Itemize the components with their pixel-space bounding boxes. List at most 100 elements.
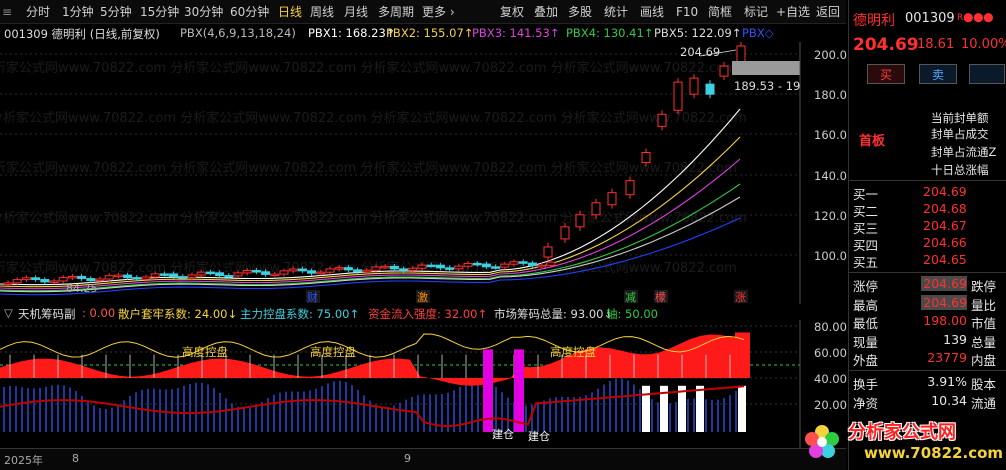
candle-up <box>546 261 556 266</box>
candle-up <box>233 272 243 277</box>
collapse-icon[interactable]: ▽ <box>4 306 13 320</box>
period-tab[interactable]: 多周期 <box>378 4 414 20</box>
site-watermark: 分析家公式网 www.70822.com <box>800 410 1006 470</box>
y-tick: 60.00 <box>814 346 847 360</box>
candle-up <box>371 266 381 271</box>
stat-label: 跌停 <box>971 279 997 294</box>
stat-label: 换手 <box>853 377 879 392</box>
low-label: 84.25 <box>66 282 98 295</box>
tool-button[interactable]: 标记 <box>744 4 768 20</box>
candle-down <box>399 268 409 271</box>
candle-down <box>178 276 188 279</box>
menu-icon[interactable]: ≡ <box>2 4 12 20</box>
stat-label: 总量 <box>971 334 997 350</box>
date-axis: 2025年 8 9 <box>0 448 846 470</box>
stat-label: 内盘 <box>971 353 997 368</box>
bid-price[interactable]: 204.69 <box>923 184 967 199</box>
candle-down <box>435 264 445 269</box>
candle-up <box>673 81 683 111</box>
event-marker: 檬 <box>655 291 666 304</box>
stat-label: 流通 <box>971 395 997 411</box>
period-tab[interactable]: 1分钟 <box>62 4 94 20</box>
candle-up <box>454 265 464 270</box>
candle-down <box>132 277 142 280</box>
period-tab[interactable]: 周线 <box>310 4 334 20</box>
tool-button[interactable]: 复权 <box>500 4 524 20</box>
period-tab[interactable]: 分时 <box>26 4 50 20</box>
candle-up <box>657 113 667 127</box>
period-toolbar: ≡ 分时 1分钟 5分钟 15分钟 30分钟 60分钟 日线 周线 月线 多周期… <box>0 0 846 24</box>
candle-up <box>736 45 746 63</box>
white-bar <box>696 385 704 432</box>
bid-price[interactable]: 204.67 <box>923 218 967 233</box>
period-tab[interactable]: 5分钟 <box>100 4 132 20</box>
candlestick-chart[interactable]: 分析家公式网www.70822.com 分析家公式网www.70822.com … <box>0 42 846 304</box>
chip-indicator-chart[interactable]: 高度控盘 高度控盘 高度控盘 建仓 建仓 <box>0 320 846 448</box>
candle-down <box>343 267 353 271</box>
tool-button[interactable]: 画线 <box>640 4 664 20</box>
tool-button[interactable]: 统计 <box>604 4 628 20</box>
stat-value: 204.69 <box>921 276 967 291</box>
period-tab[interactable]: 月线 <box>344 4 368 20</box>
bid-price[interactable]: 204.68 <box>923 201 967 216</box>
white-bar <box>642 385 650 432</box>
tool-button[interactable]: 多股 <box>568 4 592 20</box>
build-bar <box>514 349 524 432</box>
candle-up <box>104 275 114 280</box>
candle-down <box>215 272 225 277</box>
candle-up <box>560 226 570 240</box>
event-marker: 涨 <box>735 291 746 304</box>
candle-down <box>307 270 317 274</box>
stock-name: 德明利 <box>853 13 895 29</box>
tool-button[interactable]: 简框 <box>708 4 732 20</box>
candle-up <box>334 267 344 270</box>
watermark-text: 分析家公式网www.70822.com 分析家公式网www.70822.com … <box>0 60 737 76</box>
candle-up <box>417 264 427 269</box>
bid-label: 买五 <box>853 255 879 270</box>
period-tab-active[interactable]: 日线 <box>278 4 302 20</box>
candle-up <box>591 202 601 216</box>
watermark-text: 分析家公式网www.70822.com 分析家公式网www.70822.com … <box>0 110 747 126</box>
buy-button[interactable]: 买 <box>867 64 905 84</box>
candle-up <box>463 262 473 267</box>
white-bar <box>738 385 746 432</box>
pbx-params: PBX(4,6,9,13,18,24) <box>180 26 296 40</box>
price-range-box <box>732 61 800 75</box>
tool-button[interactable]: F10 <box>676 4 698 20</box>
candle-down <box>426 264 436 268</box>
r-tag: R⬤⬤⬤ <box>957 13 994 23</box>
order-button[interactable] <box>969 64 1005 84</box>
candle-up <box>196 271 206 276</box>
board-label: 首板 <box>859 134 886 149</box>
candle-up <box>242 270 252 274</box>
candle-up <box>543 246 553 258</box>
add-watchlist-button[interactable]: +自选 <box>776 4 810 20</box>
tool-button[interactable]: 叠加 <box>534 4 558 20</box>
candle-down <box>297 268 307 272</box>
event-marker: 财 <box>307 290 318 304</box>
candle-up <box>113 274 123 278</box>
period-tab[interactable]: 15分钟 <box>140 4 179 20</box>
back-button[interactable]: 返回 <box>816 4 840 20</box>
candle-down <box>481 263 491 268</box>
candle-up <box>500 263 510 268</box>
period-tab[interactable]: 30分钟 <box>184 4 223 20</box>
month-label: 9 <box>404 452 411 465</box>
sell-button[interactable]: 卖 <box>919 64 957 84</box>
candle-down <box>261 271 271 275</box>
y-tick: 40.00 <box>814 372 847 386</box>
candle-up <box>58 277 68 282</box>
candle-up <box>625 180 635 196</box>
bid-price[interactable]: 204.66 <box>923 235 967 250</box>
control-label: 高度控盘 <box>182 345 228 359</box>
period-tab[interactable]: 60分钟 <box>230 4 269 20</box>
period-tab[interactable]: 更多 › <box>422 4 455 20</box>
candle-up <box>150 273 160 278</box>
y-tick: 160.0 <box>814 128 847 142</box>
bid-price[interactable]: 204.65 <box>923 252 967 267</box>
pbx-line <box>0 108 741 286</box>
stat-label: 股本 <box>971 377 997 392</box>
y-tick: 200.0 <box>814 48 847 62</box>
stock-title: 001309 德明利 (日线,前复权) <box>4 27 160 41</box>
pct-change: 10.00% <box>961 37 1006 52</box>
